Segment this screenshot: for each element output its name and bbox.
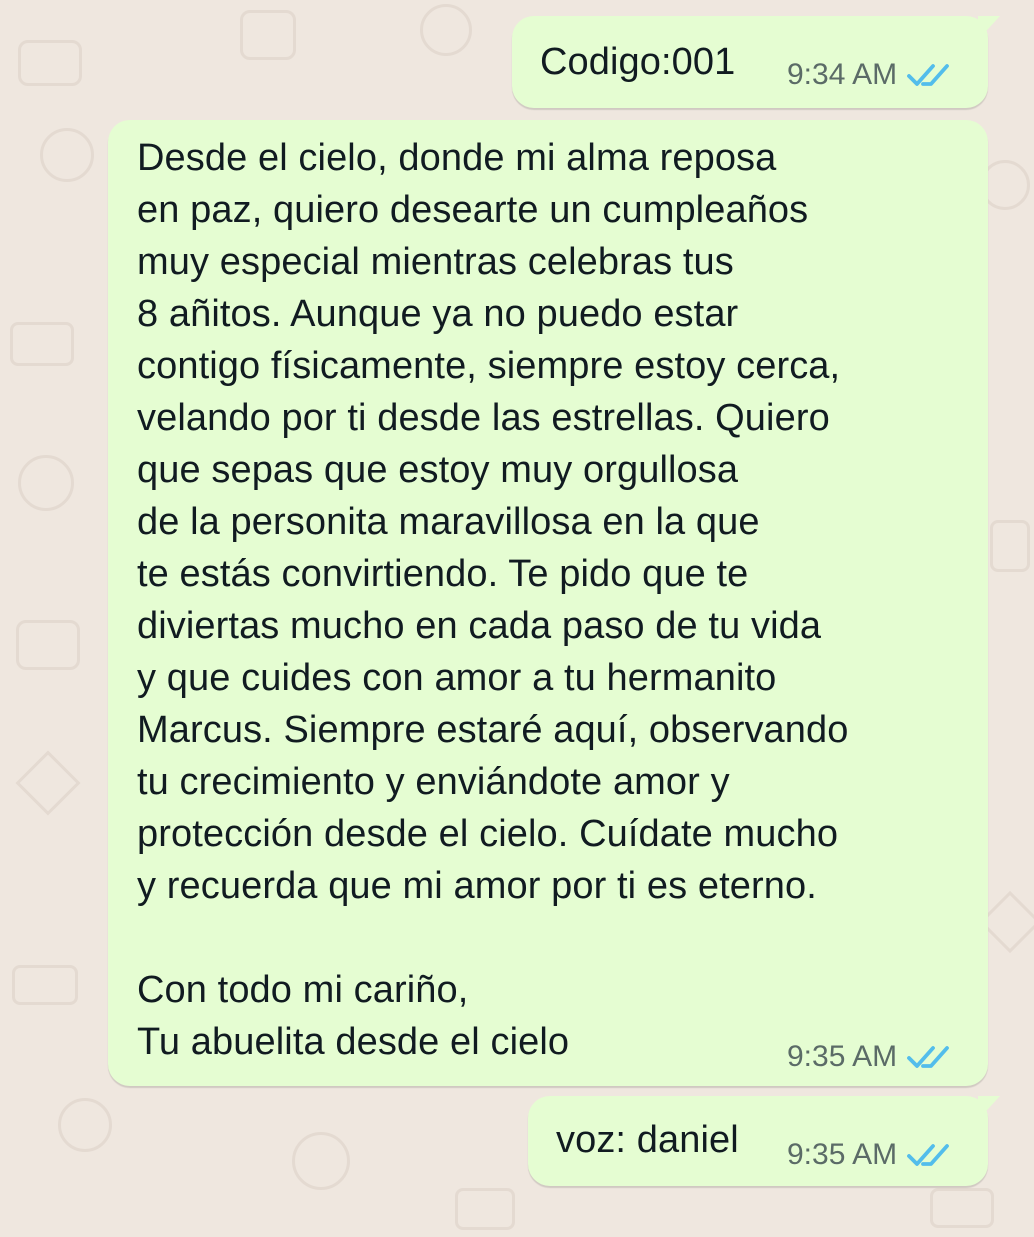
message-line: diviertas mucho en cada paso de tu vida xyxy=(137,605,822,647)
message-meta: 9:35 AM xyxy=(787,1138,949,1172)
background-doodle xyxy=(58,1098,112,1152)
background-doodle xyxy=(455,1188,515,1230)
message-line: Desde el cielo, donde mi alma reposa xyxy=(137,137,777,179)
double-check-read-icon xyxy=(907,1046,949,1068)
message-line: tu crecimiento y enviándote amor y xyxy=(137,761,730,803)
message-meta: 9:34 AM xyxy=(787,58,949,92)
message-tail xyxy=(978,16,1000,40)
message-line: muy especial mientras celebras tus xyxy=(137,241,734,283)
message-body: Desde el cielo, donde mi alma reposa en … xyxy=(137,132,967,1068)
message-line: que sepas que estoy muy orgullosa xyxy=(137,449,739,491)
message-line: de la personita maravillosa en la que xyxy=(137,501,760,543)
message-line: 8 añitos. Aunque ya no puedo estar xyxy=(137,293,739,335)
background-doodle xyxy=(16,620,80,670)
background-doodle xyxy=(18,455,74,511)
outgoing-message-code[interactable]: Codigo:001 9:34 AM xyxy=(512,16,1000,108)
background-doodle xyxy=(40,128,94,182)
outgoing-message-voice[interactable]: voz: daniel 9:35 AM xyxy=(528,1096,1000,1186)
message-text: voz: daniel xyxy=(556,1119,739,1161)
message-line: en paz, quiero desearte un cumpleaños xyxy=(137,189,809,231)
double-check-read-icon xyxy=(907,1144,949,1166)
message-line: y que cuides con amor a tu hermanito xyxy=(137,657,777,699)
message-meta: 9:35 AM xyxy=(787,1040,949,1074)
message-tail xyxy=(978,1096,1000,1120)
background-doodle xyxy=(240,10,296,60)
background-doodle xyxy=(10,322,74,366)
message-time: 9:35 AM xyxy=(787,1040,898,1073)
message-text: Codigo:001 xyxy=(540,41,736,83)
message-line: protección desde el cielo. Cuídate mucho xyxy=(137,813,839,855)
message-line: velando por ti desde las estrellas. Quie… xyxy=(137,397,830,439)
background-doodle xyxy=(420,4,472,56)
background-doodle xyxy=(292,1132,350,1190)
double-check-read-icon xyxy=(907,64,949,86)
message-line: y recuerda que mi amor por ti es eterno. xyxy=(137,865,817,907)
background-doodle xyxy=(12,965,78,1005)
message-line: contigo físicamente, siempre estoy cerca… xyxy=(137,345,841,387)
message-time: 9:34 AM xyxy=(787,58,898,91)
outgoing-message-birthday[interactable]: Desde el cielo, donde mi alma reposa en … xyxy=(108,120,988,1086)
message-time: 9:35 AM xyxy=(787,1138,898,1171)
background-doodle xyxy=(930,1188,994,1228)
message-line: te estás convirtiendo. Te pido que te xyxy=(137,553,749,595)
message-line: Marcus. Siempre estaré aquí, observando xyxy=(137,709,849,751)
message-line: Con todo mi cariño, xyxy=(137,969,469,1011)
background-doodle xyxy=(18,40,82,86)
background-doodle xyxy=(15,750,81,816)
background-doodle xyxy=(990,520,1030,572)
